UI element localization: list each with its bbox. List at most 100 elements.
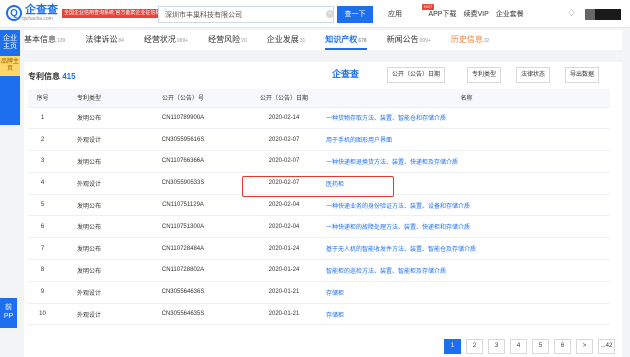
patent-type: 发明公布: [57, 107, 121, 130]
highlight-box: [242, 176, 394, 197]
tab-business-development[interactable]: 企业发展31: [267, 30, 306, 50]
legal-status-filter[interactable]: 法律状态: [516, 67, 551, 83]
patent-name-link[interactable]: 一种快递柜退换货方法、装置、快递柜及存储介质: [323, 150, 610, 173]
patent-name-link[interactable]: 基于无人机的智能收发件方法、装置、智能仓及存储介质: [323, 237, 610, 261]
publication-date: 2020-02-04: [245, 194, 323, 217]
page-3[interactable]: 3: [488, 339, 505, 354]
table-row[interactable]: 8 发明公布 CN110728802A 2020-01-24 智能柜的巡检方法、装置、智…: [28, 259, 610, 282]
table-header-row: 序号 专利类型 公开（公告）号 公开（公告）日期 名称: [28, 89, 610, 108]
row-index: 4: [28, 172, 57, 195]
page-5[interactable]: 5: [532, 339, 549, 354]
patent-name-link[interactable]: 存储柜: [323, 303, 610, 326]
pagination: 1 2 3 4 5 6 > ...42: [444, 339, 615, 354]
publication-number: CN110751129A: [121, 194, 245, 217]
table-row[interactable]: 1 发明公布 CN110789900A 2020-02-14 一种货物存取方法、装置、智…: [28, 107, 610, 130]
header-publication-date: 公开（公告）日期: [245, 89, 323, 108]
tab-history-info[interactable]: 历史信息32: [451, 30, 490, 50]
page-2[interactable]: 2: [466, 339, 483, 354]
tab-legal-litigation[interactable]: 法律诉讼84: [85, 30, 124, 50]
brand-url: qichacha.com: [22, 16, 53, 22]
nav-vip-renewal[interactable]: 续费VIP: [463, 9, 488, 19]
patent-table: 序号 专利类型 公开（公告）号 公开（公告）日期 名称 1 发明公布 CN11078…: [28, 89, 610, 326]
logo-icon: Q: [6, 5, 22, 21]
tab-operating-risk[interactable]: 经营风险20: [208, 30, 247, 50]
brand-tag: 全国企业信用查询系统 官方备案企业征信机构: [62, 8, 168, 18]
patent-type: 外观设计: [57, 172, 121, 195]
export-data-button[interactable]: 导出数据: [565, 67, 600, 83]
patent-type-filter[interactable]: 专利类型: [467, 67, 502, 83]
publication-date: 2020-01-21: [245, 303, 323, 326]
table-row[interactable]: 7 发明公布 CN110728484A 2020-01-24 基于无人机的智能收发件方法…: [28, 237, 610, 261]
patent-title: 专利信息 415: [28, 72, 76, 81]
company-tabs: 基本信息139 法律诉讼84 经营状况999+ 经营风险20 企业发展31 知识…: [24, 30, 622, 50]
top-navigation: 应用 HOT APP下载 续费VIP 企业套餐: [388, 0, 531, 28]
patent-name-link[interactable]: 一种快递业务的身份验证方法、装置、设备和存储介质: [323, 194, 610, 217]
nav-enterprise-plan[interactable]: 企业套餐: [496, 9, 524, 19]
tab-news-announcements[interactable]: 新闻公告999+: [387, 30, 431, 50]
clear-search-icon[interactable]: ×: [326, 10, 334, 18]
row-index: 5: [28, 194, 57, 217]
table-row[interactable]: 9 外观设计 CN305564636S 2020-01-21 存储柜: [28, 281, 610, 304]
row-index: 9: [28, 281, 57, 304]
publication-number: CN305564636S: [121, 281, 245, 304]
table-row[interactable]: 6 发明公布 CN110751300A 2020-02-04 一种快递柜的故障处理方法、…: [28, 215, 610, 239]
header-publication-number: 公开（公告）号: [121, 89, 245, 108]
publication-date: 2020-01-24: [245, 237, 323, 261]
side-main-tab[interactable]: 企业主页: [0, 30, 20, 51]
patent-name-link[interactable]: 智能柜的巡检方法、装置、智能柜及存储介质: [323, 259, 610, 282]
header-patent-type: 专利类型: [57, 89, 121, 108]
publication-number: CN110728484A: [121, 237, 245, 261]
publication-date-filter[interactable]: 公开（公告）日期: [387, 67, 446, 83]
patent-name-link[interactable]: 用于手机的图形用户界面: [323, 128, 610, 152]
publication-number: CN110789900A: [121, 107, 245, 130]
nav-app-download[interactable]: APP下载: [428, 9, 456, 19]
publication-date: 2020-01-21: [245, 281, 323, 304]
search-input[interactable]: [158, 6, 334, 23]
logo[interactable]: Q 企查查 qichacha.com 全国企业信用查询系统 官方备案企业征信机构: [6, 4, 168, 22]
table-row[interactable]: 3 发明公布 CN110766366A 2020-02-07 一种快递柜退换货方法、装置…: [28, 150, 610, 173]
panel-brand: 企查查: [332, 69, 360, 79]
patent-name-link[interactable]: 一种货物存取方法、装置、智能仓和存储介质: [323, 107, 610, 130]
row-index: 3: [28, 150, 57, 173]
patent-name-link[interactable]: 存储柜: [323, 281, 610, 304]
logo-text-group: 企查查 qichacha.com: [22, 4, 58, 22]
publication-number: CN110751300A: [121, 215, 245, 239]
patent-type: 发明公布: [57, 194, 121, 217]
row-index: 2: [28, 128, 57, 152]
publication-number: CN305595616S: [121, 128, 245, 152]
patent-type: 发明公布: [57, 215, 121, 239]
publication-date: 2020-01-24: [245, 259, 323, 282]
publication-number: CN305590533S: [121, 172, 245, 195]
publication-date: 2020-02-04: [245, 215, 323, 239]
tab-basic-info[interactable]: 基本信息139: [24, 30, 65, 50]
publication-date: 2020-02-14: [245, 107, 323, 130]
bell-icon[interactable]: ♢: [567, 8, 579, 20]
publication-number: CN110728802A: [121, 259, 245, 282]
table-row[interactable]: 2 外观设计 CN305595616S 2020-02-07 用于手机的图形用户界面: [28, 128, 610, 152]
patent-type: 外观设计: [57, 281, 121, 304]
side-panel: 企业主页 品牌主页: [0, 30, 20, 125]
publication-date: 2020-02-07: [245, 128, 323, 152]
page-4[interactable]: 4: [510, 339, 527, 354]
table-row[interactable]: 10 外观设计 CN305564635S 2020-01-21 存储柜: [28, 303, 610, 326]
page-1[interactable]: 1: [444, 339, 461, 354]
user-avatar[interactable]: [585, 9, 621, 20]
side-brand-tab[interactable]: 品牌主页: [0, 56, 20, 76]
header-name: 名称: [323, 89, 610, 108]
row-index: 7: [28, 237, 57, 261]
next-page[interactable]: >: [576, 339, 593, 354]
top-bar: Q 企查查 qichacha.com 全国企业信用查询系统 官方备案企业征信机构…: [0, 0, 630, 28]
patent-type: 外观设计: [57, 303, 121, 326]
search-button[interactable]: 查一下: [337, 6, 373, 23]
nav-apps[interactable]: 应用: [388, 9, 402, 19]
page-last[interactable]: ...42: [598, 339, 615, 354]
brand-name: 企查查: [25, 4, 58, 16]
table-row[interactable]: 5 发明公布 CN110751129A 2020-02-04 一种快递业务的身份验证方法…: [28, 194, 610, 217]
header-index: 序号: [28, 89, 57, 108]
side-app-tab[interactable]: 前 PP: [0, 298, 17, 328]
patent-type: 发明公布: [57, 259, 121, 282]
tab-operating-status[interactable]: 经营状况999+: [144, 30, 188, 50]
patent-name-link[interactable]: 一种快递柜的故障处理方法、装置、快递柜和存储介质: [323, 215, 610, 239]
page-6[interactable]: 6: [554, 339, 571, 354]
tab-intellectual-property[interactable]: 知识产权678: [325, 30, 367, 50]
